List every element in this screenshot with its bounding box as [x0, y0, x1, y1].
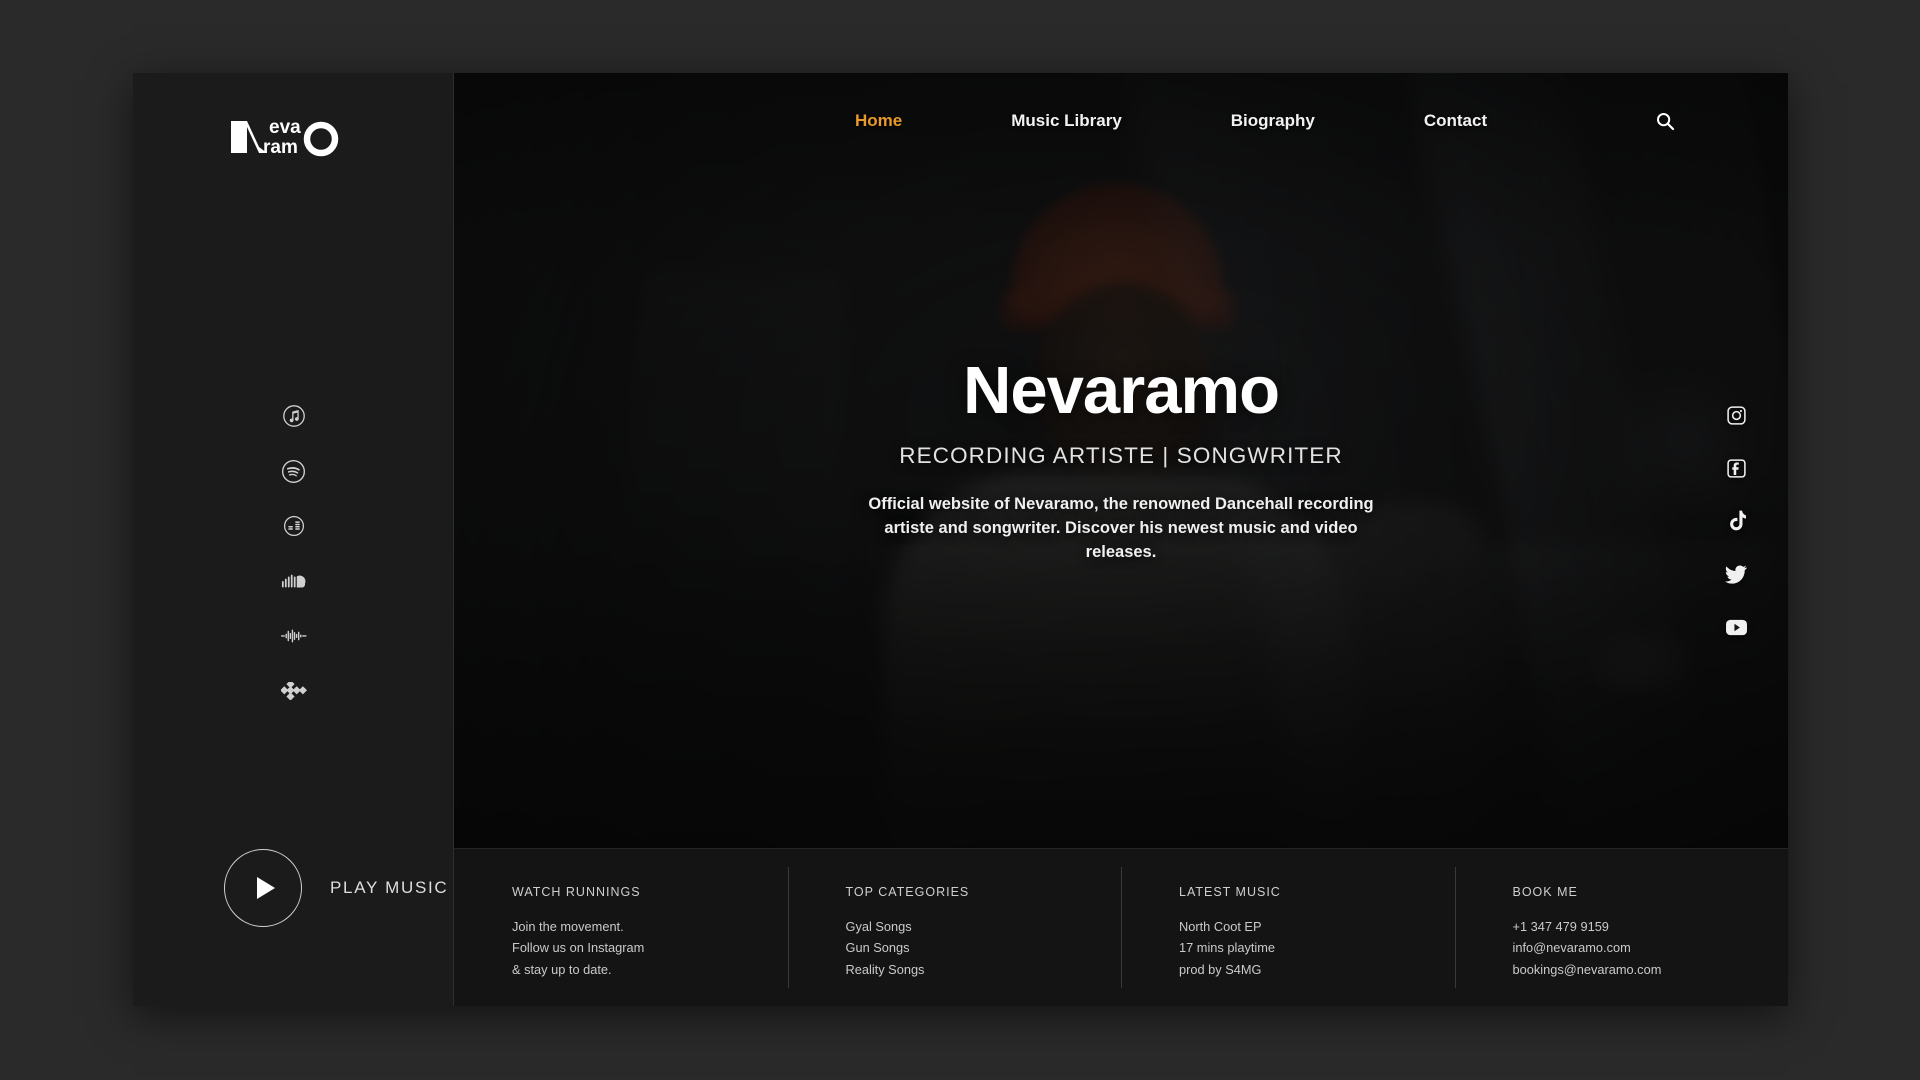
tiktok-icon[interactable] [1724, 509, 1748, 533]
footer-line: Follow us on Instagram [512, 940, 645, 956]
tidal-icon[interactable] [280, 678, 307, 704]
footer-heading: BOOK ME [1512, 885, 1578, 899]
footer-line[interactable]: Gun Songs [846, 937, 1122, 958]
svg-text:eva: eva [269, 117, 301, 138]
footer-column-latest-music: LATEST MUSIC North Coot EP 17 mins playt… [1121, 849, 1455, 1006]
hero-background-photo [454, 73, 1788, 848]
page-root: eva ram PLAY MUSIC Home Music Library Bi… [0, 0, 1920, 1080]
footer-line: Join the movement. [512, 919, 624, 934]
spotify-icon[interactable] [281, 458, 307, 484]
footer-heading: WATCH RUNNINGS [512, 885, 641, 899]
nav-item-music-library[interactable]: Music Library [1011, 111, 1122, 131]
social-links-rail [1724, 403, 1748, 639]
apple-music-icon[interactable] [281, 403, 307, 429]
site-card: eva ram PLAY MUSIC Home Music Library Bi… [133, 73, 1788, 1006]
audiomack-icon[interactable] [280, 623, 307, 649]
facebook-icon[interactable] [1724, 456, 1748, 480]
footer-line: North Coot EP [1179, 919, 1262, 934]
brand-logo[interactable]: eva ram [229, 113, 339, 158]
nav-item-biography[interactable]: Biography [1231, 111, 1315, 131]
play-music-label: PLAY MUSIC [330, 878, 449, 897]
youtube-icon[interactable] [1724, 615, 1748, 639]
footer-column-book-me: BOOK ME +1 347 479 9159 info@nevaramo.co… [1454, 849, 1789, 1006]
footer-line: prod by S4MG [1179, 961, 1262, 977]
photo-dark-overlay [454, 73, 1788, 848]
footer-line: 17 mins playtime [1179, 940, 1276, 956]
nav-item-contact[interactable]: Contact [1424, 111, 1487, 131]
soundcloud-icon[interactable] [281, 568, 307, 594]
footer-line[interactable]: Gyal Songs [846, 916, 1122, 937]
svg-text:ram: ram [263, 137, 298, 157]
left-sidebar: eva ram PLAY MUSIC [133, 73, 454, 1006]
nav-item-home[interactable]: Home [855, 111, 902, 131]
deezer-icon[interactable] [281, 513, 307, 539]
footer-heading: LATEST MUSIC [1179, 885, 1281, 899]
nav-items: Home Music Library Biography Contact [855, 111, 1487, 131]
play-icon[interactable] [224, 849, 302, 927]
twitter-icon[interactable] [1724, 562, 1748, 586]
footer: WATCH RUNNINGS Join the movement. Follow… [454, 848, 1788, 1006]
top-navigation: Home Music Library Biography Contact [454, 73, 1788, 169]
footer-line: & stay up to date. [512, 961, 612, 977]
footer-column-top-categories: TOP CATEGORIES Gyal Songs Gun Songs Real… [787, 849, 1122, 1006]
footer-phone[interactable]: +1 347 479 9159 [1513, 916, 1789, 937]
instagram-icon[interactable] [1724, 403, 1748, 427]
search-icon[interactable] [1652, 108, 1678, 134]
play-music-button[interactable]: PLAY MUSIC [224, 849, 448, 927]
footer-line[interactable]: Reality Songs [846, 959, 1122, 980]
footer-email-bookings[interactable]: bookings@nevaramo.com [1513, 959, 1789, 980]
footer-heading: TOP CATEGORIES [845, 885, 970, 899]
footer-email-info[interactable]: info@nevaramo.com [1513, 937, 1789, 958]
footer-column-watch-runnings: WATCH RUNNINGS Join the movement. Follow… [454, 849, 788, 1006]
streaming-links-rail [133, 403, 454, 704]
